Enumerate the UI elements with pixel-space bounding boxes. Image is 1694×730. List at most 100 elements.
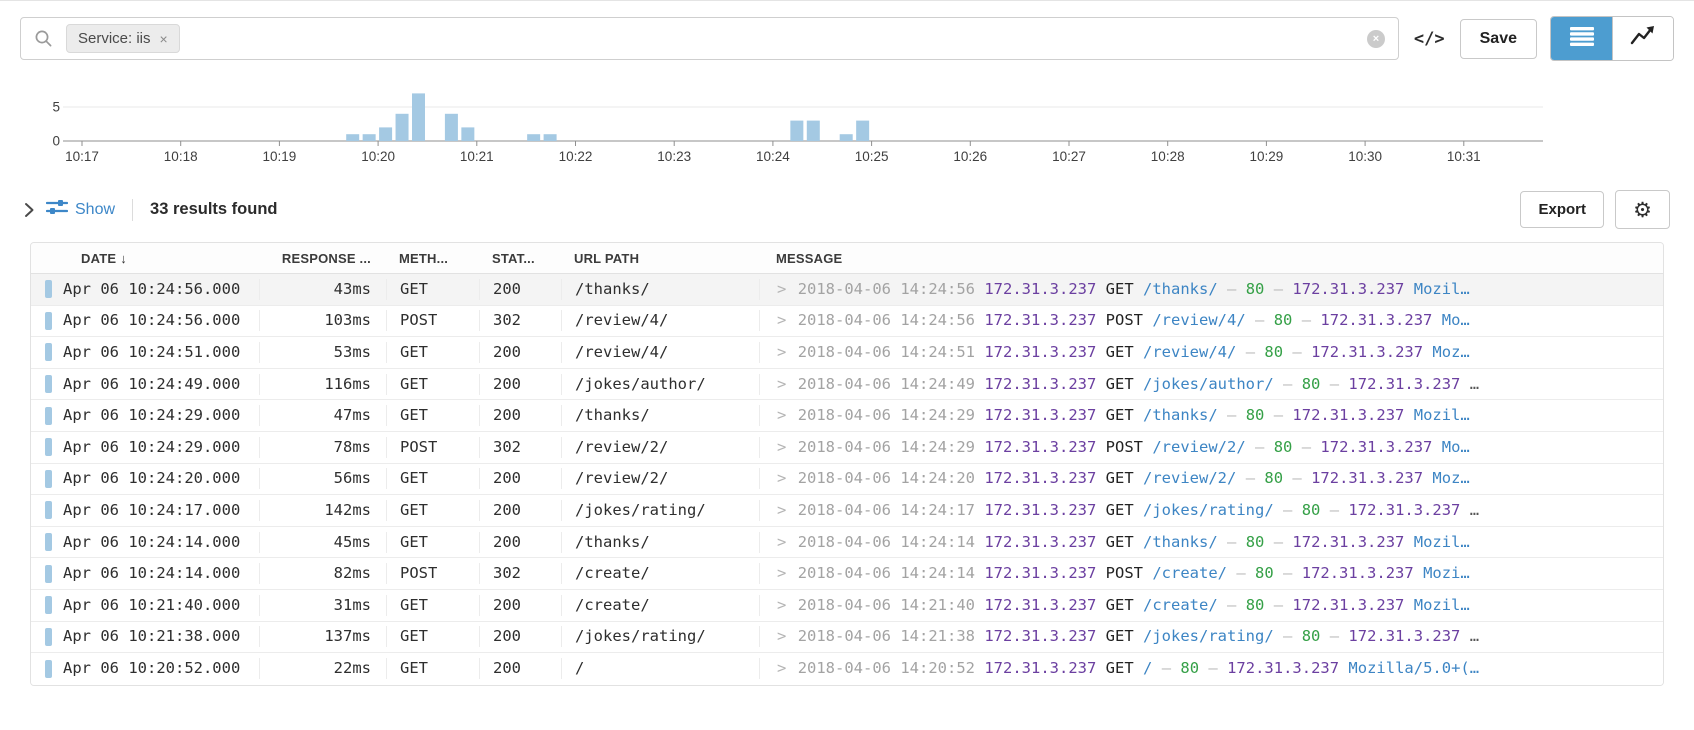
row-message: > 2018-04-06 14:24:14 172.31.3.237 GET /…	[759, 532, 1663, 553]
row-date: Apr 06 10:24:17.000	[61, 500, 259, 521]
row-url-path: /review/4/	[561, 310, 759, 331]
search-icon	[34, 29, 53, 48]
list-view-toggle[interactable]	[1551, 17, 1612, 60]
svg-text:10:27: 10:27	[1052, 149, 1086, 164]
row-method: GET	[386, 626, 479, 647]
trend-chart-icon	[1630, 25, 1656, 52]
chart-view-toggle[interactable]	[1612, 17, 1673, 60]
expand-chevron-icon[interactable]	[24, 202, 35, 218]
row-message: > 2018-04-06 14:24:20 172.31.3.237 GET /…	[759, 468, 1663, 489]
export-button[interactable]: Export	[1520, 191, 1604, 228]
row-date: Apr 06 10:20:52.000	[61, 658, 259, 679]
row-method: GET	[386, 595, 479, 616]
table-row[interactable]: Apr 06 10:24:56.000 43ms GET 200 /thanks…	[31, 274, 1663, 306]
search-filter-tag-label: Service: iis	[78, 30, 151, 47]
row-response-time: 56ms	[259, 468, 386, 489]
table-row[interactable]: Apr 06 10:21:40.000 31ms GET 200 /create…	[31, 590, 1663, 622]
row-status-indicator	[31, 374, 61, 395]
column-header-date[interactable]: DATE↓	[31, 251, 259, 266]
table-row[interactable]: Apr 06 10:24:17.000 142ms GET 200 /jokes…	[31, 495, 1663, 527]
row-status: 200	[479, 468, 561, 489]
row-method: POST	[386, 310, 479, 331]
log-level-bar-icon	[45, 501, 52, 519]
row-message: > 2018-04-06 14:24:29 172.31.3.237 POST …	[759, 437, 1663, 458]
row-status: 200	[479, 595, 561, 616]
column-header-status[interactable]: STAT...	[479, 251, 561, 266]
search-input[interactable]: Service: iis × ×	[20, 17, 1399, 60]
row-method: GET	[386, 500, 479, 521]
row-status: 200	[479, 532, 561, 553]
column-header-url-path[interactable]: URL PATH	[561, 251, 759, 266]
column-header-message[interactable]: MESSAGE	[759, 251, 1663, 266]
remove-filter-icon[interactable]: ×	[160, 31, 168, 47]
row-message: > 2018-04-06 14:24:51 172.31.3.237 GET /…	[759, 342, 1663, 363]
sort-desc-icon: ↓	[120, 251, 127, 266]
log-level-bar-icon	[45, 312, 52, 330]
row-date: Apr 06 10:24:56.000	[61, 310, 259, 331]
clear-search-icon[interactable]: ×	[1367, 30, 1385, 48]
row-message: > 2018-04-06 14:20:52 172.31.3.237 GET /…	[759, 658, 1663, 679]
log-table: DATE↓ RESPONSE ... METH... STAT... URL P…	[30, 242, 1664, 686]
table-row[interactable]: Apr 06 10:24:14.000 82ms POST 302 /creat…	[31, 558, 1663, 590]
settings-button[interactable]: ⚙	[1615, 190, 1670, 229]
table-body: Apr 06 10:24:56.000 43ms GET 200 /thanks…	[31, 274, 1663, 685]
results-count: 33 results found	[150, 200, 277, 219]
row-response-time: 103ms	[259, 310, 386, 331]
row-status: 200	[479, 405, 561, 426]
table-row[interactable]: Apr 06 10:20:52.000 22ms GET 200 / > 201…	[31, 653, 1663, 685]
row-status-indicator	[31, 563, 61, 584]
table-row[interactable]: Apr 06 10:24:51.000 53ms GET 200 /review…	[31, 337, 1663, 369]
table-row[interactable]: Apr 06 10:21:38.000 137ms GET 200 /jokes…	[31, 622, 1663, 654]
row-response-time: 137ms	[259, 626, 386, 647]
row-date: Apr 06 10:24:51.000	[61, 342, 259, 363]
table-row[interactable]: Apr 06 10:24:49.000 116ms GET 200 /jokes…	[31, 369, 1663, 401]
row-date: Apr 06 10:24:49.000	[61, 374, 259, 395]
row-message: > 2018-04-06 14:21:38 172.31.3.237 GET /…	[759, 626, 1663, 647]
column-header-method[interactable]: METH...	[386, 251, 479, 266]
table-row[interactable]: Apr 06 10:24:20.000 56ms GET 200 /review…	[31, 464, 1663, 496]
row-response-time: 82ms	[259, 563, 386, 584]
row-date: Apr 06 10:24:56.000	[61, 279, 259, 300]
top-toolbar: Service: iis × × </> Save	[0, 1, 1694, 61]
svg-text:0: 0	[52, 134, 60, 149]
list-icon	[1569, 25, 1595, 52]
show-label: Show	[75, 201, 115, 219]
row-date: Apr 06 10:24:29.000	[61, 437, 259, 458]
code-view-icon[interactable]: </>	[1412, 29, 1447, 49]
log-level-bar-icon	[45, 660, 52, 678]
row-method: GET	[386, 342, 479, 363]
row-message: > 2018-04-06 14:24:56 172.31.3.237 GET /…	[759, 279, 1663, 300]
histogram-svg[interactable]: 0510:1710:1810:1910:2010:2110:2210:2310:…	[0, 88, 1694, 173]
row-status: 302	[479, 563, 561, 584]
row-url-path: /jokes/rating/	[561, 626, 759, 647]
log-histogram[interactable]: 0510:1710:1810:1910:2010:2110:2210:2310:…	[0, 88, 1694, 173]
row-response-time: 47ms	[259, 405, 386, 426]
row-method: GET	[386, 658, 479, 679]
log-level-bar-icon	[45, 438, 52, 456]
search-filter-tag[interactable]: Service: iis ×	[66, 24, 180, 53]
table-row[interactable]: Apr 06 10:24:29.000 47ms GET 200 /thanks…	[31, 400, 1663, 432]
row-message: > 2018-04-06 14:24:29 172.31.3.237 GET /…	[759, 405, 1663, 426]
row-status-indicator	[31, 310, 61, 331]
row-url-path: /thanks/	[561, 532, 759, 553]
table-row[interactable]: Apr 06 10:24:29.000 78ms POST 302 /revie…	[31, 432, 1663, 464]
row-response-time: 116ms	[259, 374, 386, 395]
row-url-path: /	[561, 658, 759, 679]
row-message: > 2018-04-06 14:24:17 172.31.3.237 GET /…	[759, 500, 1663, 521]
table-row[interactable]: Apr 06 10:24:14.000 45ms GET 200 /thanks…	[31, 527, 1663, 559]
row-date: Apr 06 10:24:29.000	[61, 405, 259, 426]
row-method: POST	[386, 563, 479, 584]
table-row[interactable]: Apr 06 10:24:56.000 103ms POST 302 /revi…	[31, 306, 1663, 338]
show-columns-button[interactable]: Show	[46, 199, 115, 221]
row-url-path: /review/2/	[561, 437, 759, 458]
log-level-bar-icon	[45, 565, 52, 583]
log-level-bar-icon	[45, 280, 52, 298]
column-header-response-time[interactable]: RESPONSE ...	[259, 251, 386, 266]
row-url-path: /review/4/	[561, 342, 759, 363]
svg-text:10:31: 10:31	[1447, 149, 1481, 164]
row-url-path: /jokes/rating/	[561, 500, 759, 521]
row-message: > 2018-04-06 14:24:14 172.31.3.237 POST …	[759, 563, 1663, 584]
save-button[interactable]: Save	[1460, 19, 1537, 59]
row-method: POST	[386, 437, 479, 458]
row-status: 200	[479, 500, 561, 521]
